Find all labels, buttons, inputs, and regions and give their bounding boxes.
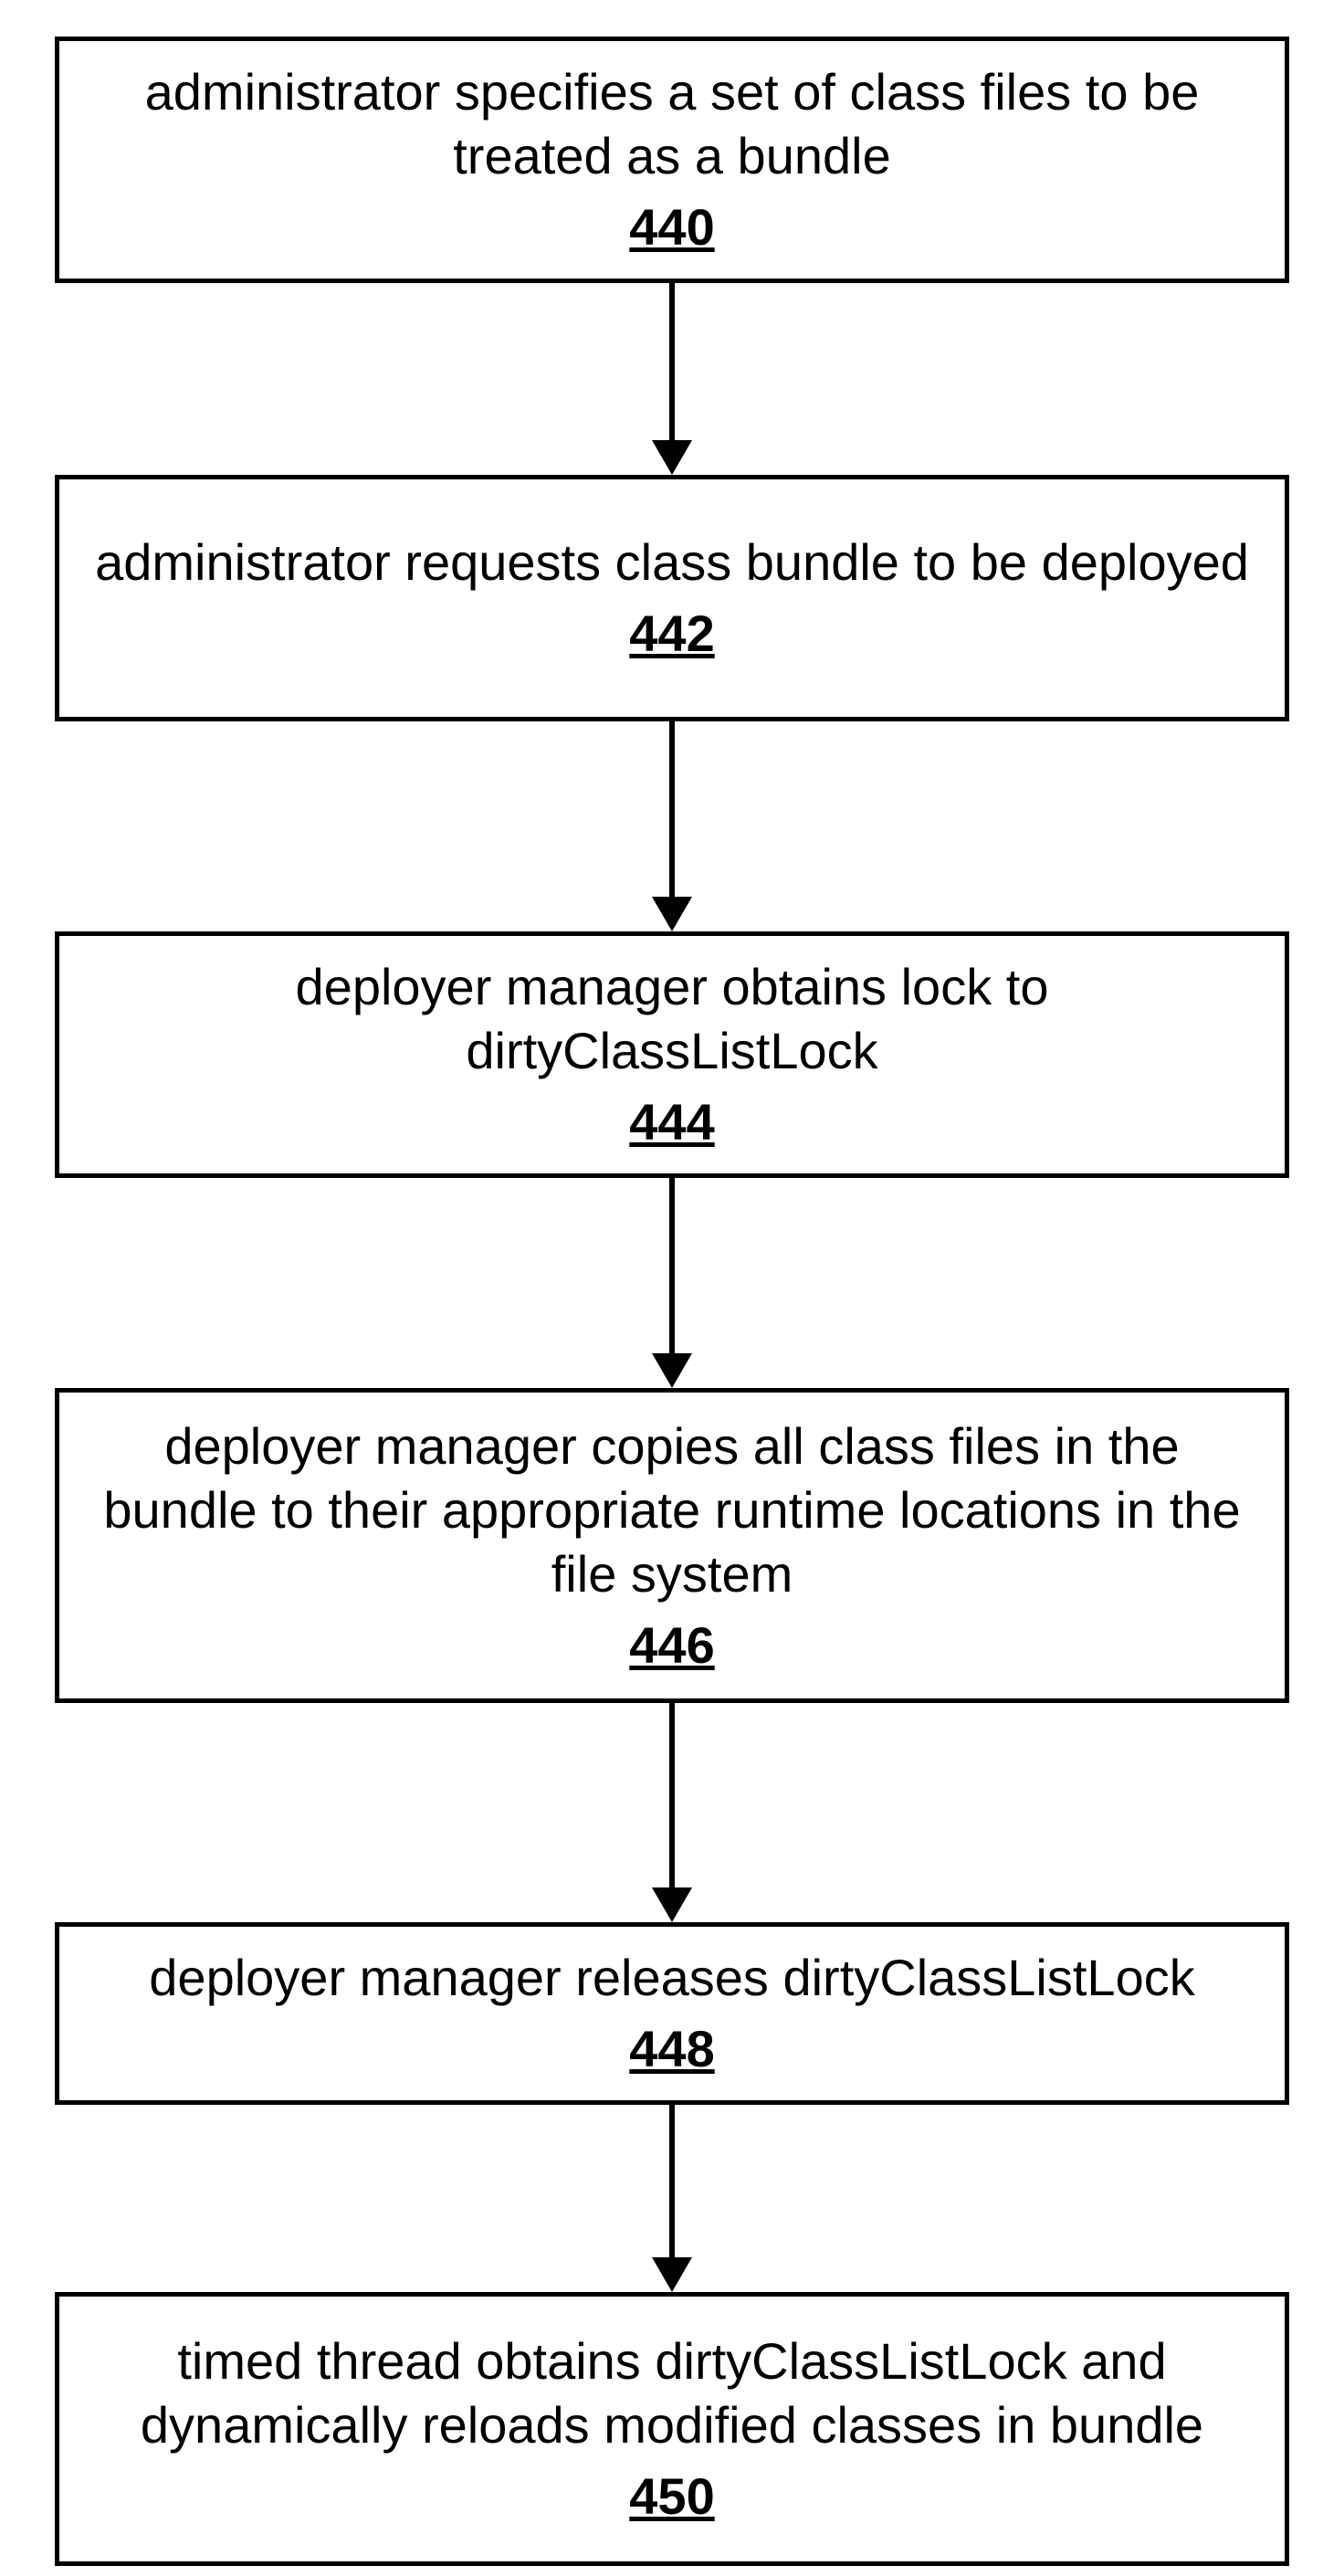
arrow-shaft bbox=[669, 1178, 675, 1353]
flow-arrow-3 bbox=[652, 1703, 692, 1922]
flow-node-number: 442 bbox=[629, 602, 714, 666]
flow-arrow-1 bbox=[652, 721, 692, 931]
arrow-head-icon bbox=[652, 1353, 692, 1388]
arrow-head-icon bbox=[652, 897, 692, 931]
arrow-shaft bbox=[669, 721, 675, 897]
flow-node-text: administrator requests class bundle to b… bbox=[95, 531, 1249, 594]
flow-node-number: 444 bbox=[629, 1090, 714, 1154]
flow-node-0: administrator specifies a set of class f… bbox=[55, 37, 1289, 283]
flow-node-2: deployer manager obtains lock to dirtyCl… bbox=[55, 931, 1289, 1178]
flow-node-text: administrator specifies a set of class f… bbox=[87, 60, 1257, 188]
arrow-head-icon bbox=[652, 440, 692, 475]
flow-node-text: deployer manager obtains lock to dirtyCl… bbox=[87, 955, 1257, 1083]
arrow-shaft bbox=[669, 2105, 675, 2257]
arrow-head-icon bbox=[652, 1887, 692, 1922]
flow-arrow-4 bbox=[652, 2105, 692, 2292]
flow-node-1: administrator requests class bundle to b… bbox=[55, 475, 1289, 721]
flow-arrow-0 bbox=[652, 283, 692, 475]
flow-node-5: timed thread obtains dirtyClassListLock … bbox=[55, 2292, 1289, 2566]
flow-node-number: 448 bbox=[629, 2017, 714, 2081]
arrow-shaft bbox=[669, 283, 675, 440]
flow-node-text: timed thread obtains dirtyClassListLock … bbox=[87, 2329, 1257, 2457]
arrow-shaft bbox=[669, 1703, 675, 1887]
flow-node-number: 440 bbox=[629, 195, 714, 259]
arrow-head-icon bbox=[652, 2257, 692, 2292]
flowchart-canvas: administrator specifies a set of class f… bbox=[0, 0, 1344, 2576]
flow-node-3: deployer manager copies all class files … bbox=[55, 1388, 1289, 1703]
flow-node-text: deployer manager copies all class files … bbox=[87, 1414, 1257, 1606]
flow-node-number: 446 bbox=[629, 1614, 714, 1677]
flow-node-number: 450 bbox=[629, 2465, 714, 2529]
flow-node-text: deployer manager releases dirtyClassList… bbox=[149, 1946, 1194, 2010]
flow-node-4: deployer manager releases dirtyClassList… bbox=[55, 1922, 1289, 2105]
flow-arrow-2 bbox=[652, 1178, 692, 1388]
